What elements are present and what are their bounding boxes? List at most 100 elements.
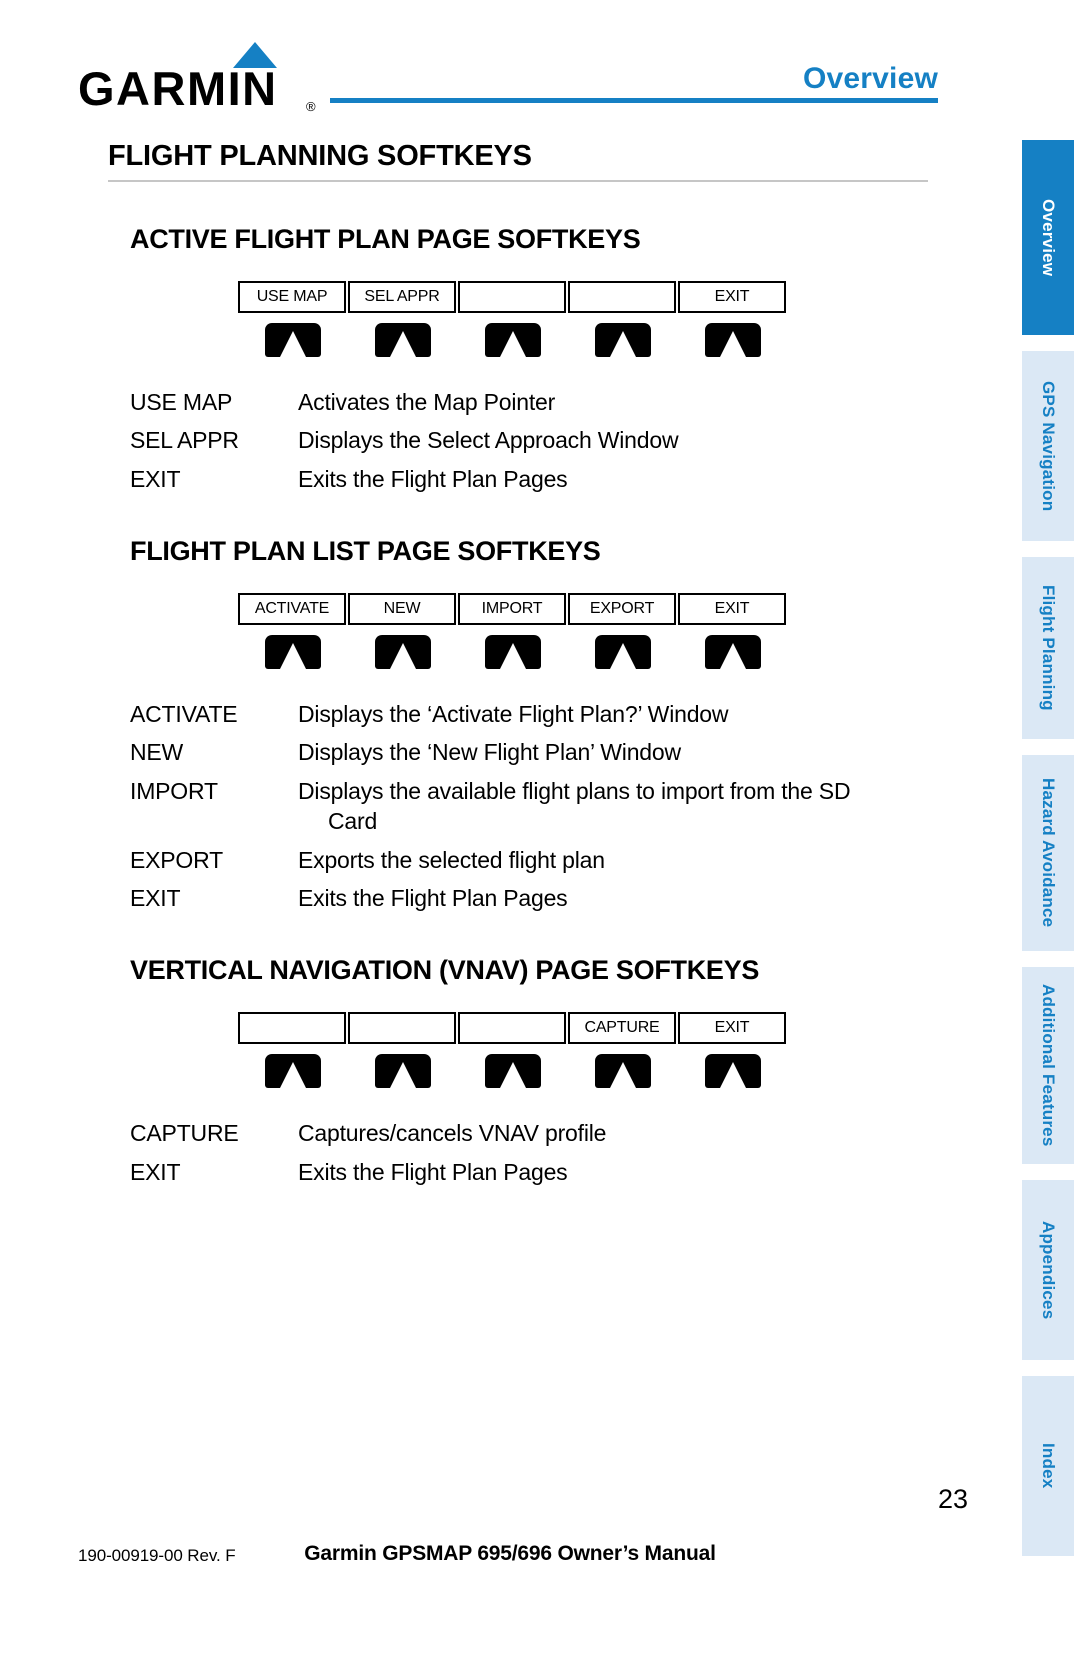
definition-description: Exits the Flight Plan Pages: [298, 1158, 568, 1185]
softkey-button-icon[interactable]: [595, 635, 651, 670]
softkey-cell[interactable]: EXIT: [678, 281, 788, 357]
definition-term: CAPTURE: [130, 1120, 239, 1147]
chapter-title: Overview: [802, 62, 938, 95]
softkey-cell[interactable]: USE MAP: [238, 281, 348, 357]
softkey-label-box[interactable]: [458, 281, 566, 313]
definition-term: EXIT: [130, 884, 181, 911]
tab-label: GPS Navigation: [1039, 380, 1058, 512]
softkey-button-icon[interactable]: [265, 1054, 321, 1089]
tab-label: Index: [1039, 1443, 1058, 1489]
section-title-flight-plan-list: FLIGHT PLAN LIST PAGE SOFTKEYS: [130, 536, 601, 567]
definition-term: SEL APPR: [130, 427, 239, 454]
softkey-label-box[interactable]: [238, 1012, 346, 1045]
definition-row: EXIT Exits the Flight Plan Pages: [130, 464, 920, 494]
softkey-cell[interactable]: CAPTURE: [568, 1012, 678, 1089]
softkey-cell[interactable]: IMPORT: [458, 593, 568, 670]
page-title: FLIGHT PLANNING SOFTKEYS: [108, 140, 928, 182]
softkey-cell[interactable]: [238, 1012, 348, 1089]
softkey-cell[interactable]: [458, 281, 568, 357]
definition-row: USE MAP Activates the Map Pointer: [130, 387, 920, 417]
softkey-bar-active-flight-plan: USE MAP SEL APPR EXIT: [238, 281, 936, 357]
definition-list-active-flight-plan: USE MAP Activates the Map Pointer SEL AP…: [130, 387, 920, 494]
softkey-button-icon[interactable]: [595, 1054, 651, 1089]
definition-term: EXPORT: [130, 846, 223, 873]
definition-row: SEL APPR Displays the Select Approach Wi…: [130, 425, 920, 455]
manual-page: GARMIN ® Overview FLIGHT PLANNING SOFTKE…: [0, 0, 1080, 1669]
definition-description-line1: Displays the available flight plans to i…: [298, 777, 851, 804]
softkey-cell[interactable]: EXIT: [678, 1012, 788, 1089]
tab-appendices[interactable]: Appendices: [1022, 1180, 1074, 1360]
tab-label: Appendices: [1039, 1220, 1058, 1320]
definition-term: NEW: [130, 739, 184, 766]
softkey-cell[interactable]: [568, 281, 678, 357]
page-header: GARMIN ® Overview: [0, 0, 1080, 130]
softkey-cell[interactable]: [458, 1012, 568, 1089]
definition-row: EXIT Exits the Flight Plan Pages: [130, 883, 920, 913]
softkey-cell[interactable]: SEL APPR: [348, 281, 458, 357]
softkey-cell[interactable]: EXPORT: [568, 593, 678, 670]
chapter-tab-rail: Overview GPS Navigation Flight Planning …: [1014, 140, 1080, 1572]
softkey-button-icon[interactable]: [375, 635, 431, 670]
tab-label: Additional Features: [1039, 984, 1058, 1147]
softkey-bar-flight-plan-list: ACTIVATE NEW IMPORT EXPORT EXIT: [238, 593, 936, 670]
definition-description: Displays the ‘New Flight Plan’ Window: [298, 739, 681, 766]
softkey-button-icon[interactable]: [595, 323, 651, 357]
softkey-label-box[interactable]: SEL APPR: [348, 281, 456, 313]
definition-row: NEW Displays the ‘New Flight Plan’ Windo…: [130, 737, 920, 767]
definition-list-vnav: CAPTURE Captures/cancels VNAV profile EX…: [130, 1118, 920, 1187]
softkey-button-icon[interactable]: [375, 1054, 431, 1089]
softkey-cell[interactable]: ACTIVATE: [238, 593, 348, 670]
softkey-button-icon[interactable]: [485, 635, 541, 670]
footer-manual-title: Garmin GPSMAP 695/696 Owner’s Manual: [304, 1542, 716, 1565]
softkey-label-box[interactable]: IMPORT: [458, 593, 566, 626]
softkey-label-box[interactable]: [348, 1012, 456, 1045]
tab-gps-navigation[interactable]: GPS Navigation: [1022, 351, 1074, 541]
tab-additional-features[interactable]: Additional Features: [1022, 967, 1074, 1164]
softkey-button-icon[interactable]: [485, 1054, 541, 1089]
tab-label: Overview: [1039, 198, 1058, 277]
section-title-vnav: VERTICAL NAVIGATION (VNAV) PAGE SOFTKEYS: [130, 955, 760, 986]
tab-hazard-avoidance[interactable]: Hazard Avoidance: [1022, 755, 1074, 951]
definition-row: EXPORT Exports the selected flight plan: [130, 845, 920, 875]
tab-index[interactable]: Index: [1022, 1376, 1074, 1556]
softkey-cell[interactable]: NEW: [348, 593, 458, 670]
definition-term: EXIT: [130, 465, 181, 492]
softkey-label-box[interactable]: [568, 281, 676, 313]
softkey-label-box[interactable]: [458, 1012, 566, 1045]
softkey-button-icon[interactable]: [485, 323, 541, 357]
definition-description: Captures/cancels VNAV profile: [298, 1120, 607, 1147]
page-number: 23: [937, 1484, 968, 1514]
softkey-button-icon[interactable]: [705, 1054, 761, 1089]
definition-term: IMPORT: [130, 777, 218, 804]
softkey-button-icon[interactable]: [265, 323, 321, 357]
softkey-button-icon[interactable]: [705, 323, 761, 357]
softkey-label-box[interactable]: ACTIVATE: [238, 593, 346, 626]
softkey-button-icon[interactable]: [265, 635, 321, 670]
definition-description: Displays the available flight plans to i…: [298, 776, 920, 837]
garmin-logo: GARMIN ®: [78, 42, 333, 122]
softkey-label-box[interactable]: USE MAP: [238, 281, 346, 313]
softkey-label-box[interactable]: EXIT: [678, 281, 786, 313]
softkey-label-box[interactable]: EXIT: [678, 1012, 786, 1045]
softkey-label-box[interactable]: EXPORT: [568, 593, 676, 626]
softkey-cell[interactable]: EXIT: [678, 593, 788, 670]
softkey-cell[interactable]: [348, 1012, 458, 1089]
softkey-button-icon[interactable]: [375, 323, 431, 357]
tab-flight-planning[interactable]: Flight Planning: [1022, 557, 1074, 739]
tab-label: Flight Planning: [1039, 585, 1058, 711]
definition-term: USE MAP: [130, 389, 233, 415]
definition-list-flight-plan-list: ACTIVATE Displays the ‘Activate Flight P…: [130, 699, 920, 913]
softkey-label-box[interactable]: NEW: [348, 593, 456, 626]
header-rule: [330, 98, 938, 103]
tab-overview[interactable]: Overview: [1022, 140, 1074, 335]
definition-description: Exits the Flight Plan Pages: [298, 884, 568, 911]
softkey-button-icon[interactable]: [705, 635, 761, 670]
section-title-active-flight-plan: ACTIVE FLIGHT PLAN PAGE SOFTKEYS: [130, 224, 641, 254]
softkey-label-box[interactable]: EXIT: [678, 593, 786, 626]
softkey-bar-vnav: CAPTURE EXIT: [238, 1012, 936, 1089]
definition-row: IMPORT Displays the available flight pla…: [130, 776, 920, 837]
softkey-label-box[interactable]: CAPTURE: [568, 1012, 676, 1045]
definition-row: CAPTURE Captures/cancels VNAV profile: [130, 1118, 920, 1148]
definition-description-line2: Card: [328, 808, 378, 835]
definition-description: Exits the Flight Plan Pages: [298, 465, 568, 492]
